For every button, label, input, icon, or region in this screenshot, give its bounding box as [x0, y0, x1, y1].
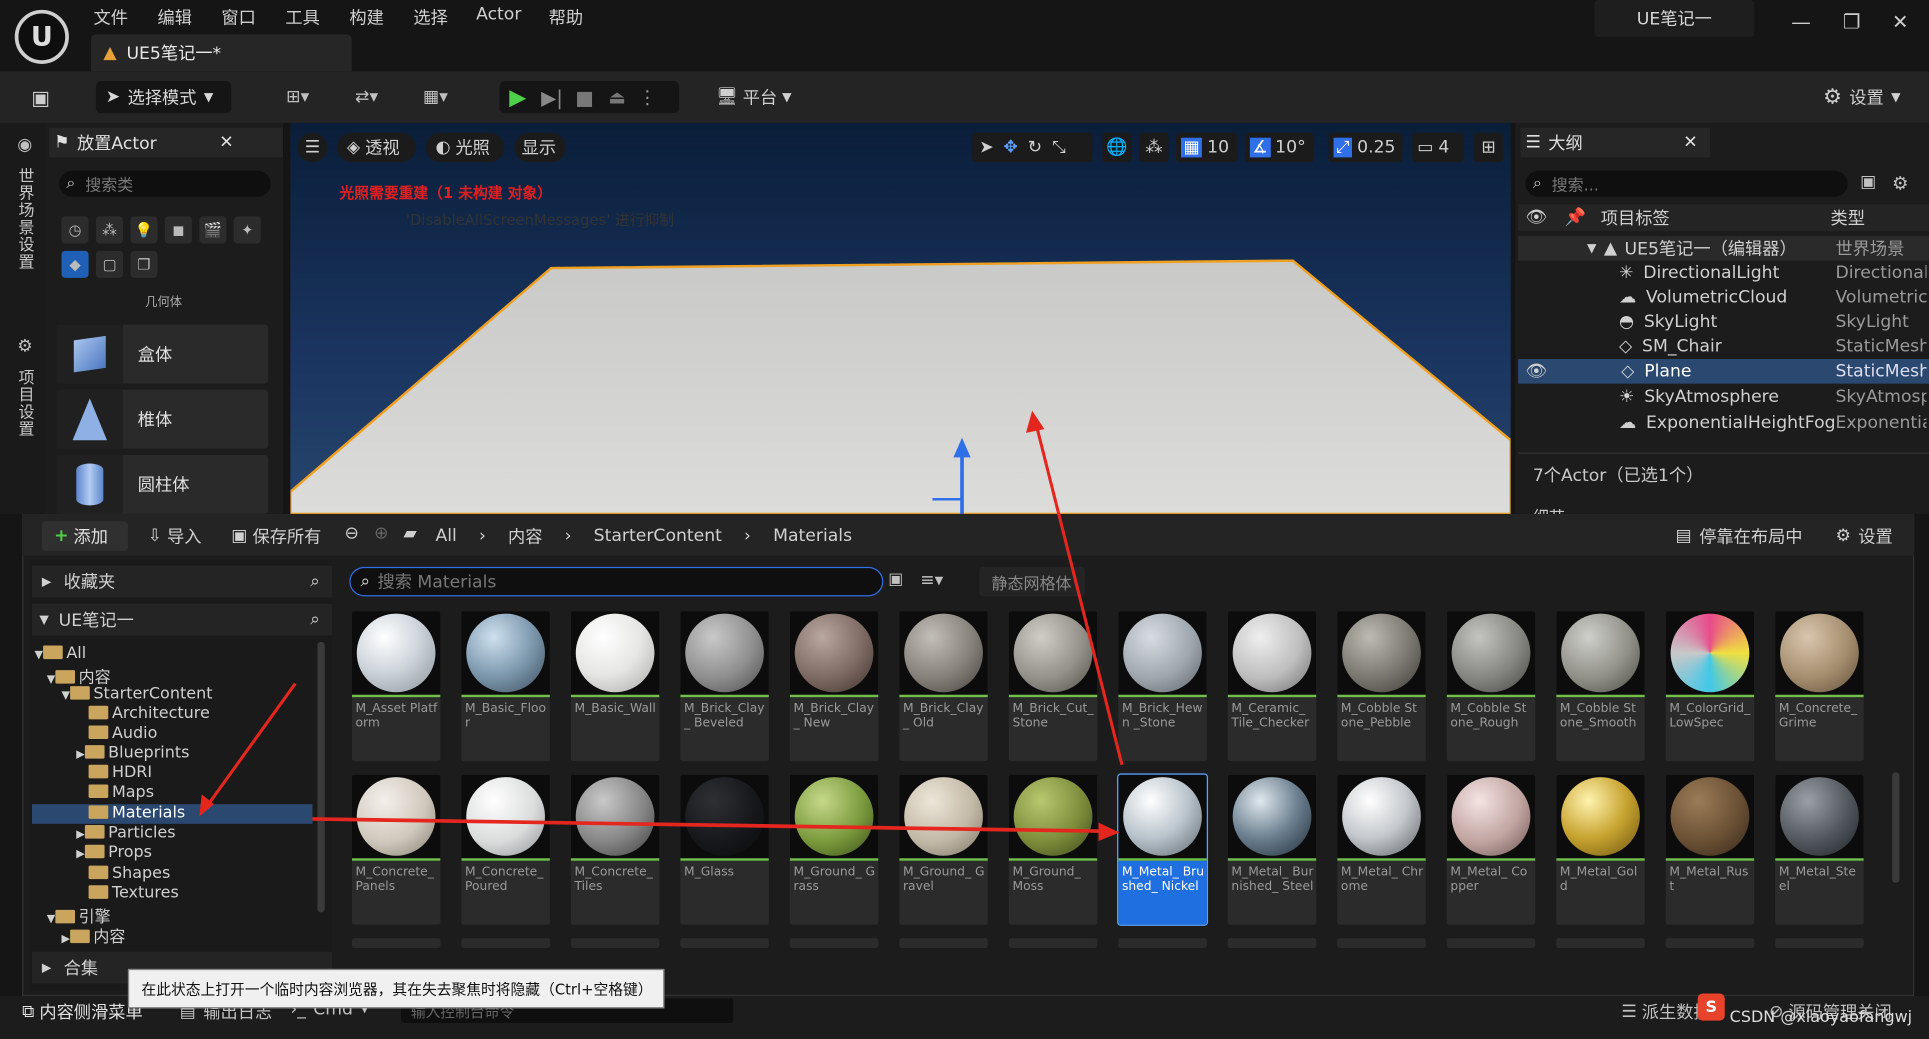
annotation-arrows [199, 410, 1124, 842]
